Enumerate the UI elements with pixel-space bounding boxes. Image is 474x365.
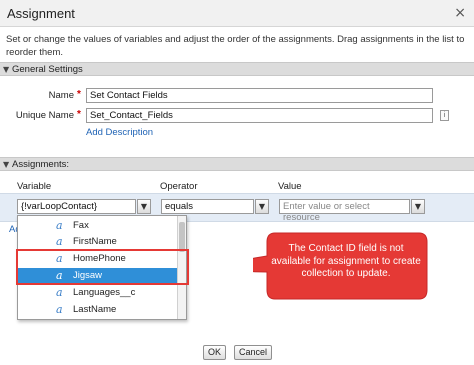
dialog-description: Set or change the values of variables an…: [6, 34, 465, 58]
add-description-link[interactable]: Add Description: [86, 127, 153, 138]
required-marker: *: [77, 109, 81, 120]
variable-combobox[interactable]: {!varLoopContact}: [17, 199, 136, 214]
unique-name-label: Unique Name: [15, 110, 74, 121]
general-settings-header[interactable]: ▼ General Settings: [0, 62, 474, 76]
highlight-box: [16, 249, 189, 285]
dropdown-item[interactable]: a Fax: [18, 218, 178, 234]
required-marker: *: [77, 89, 81, 100]
value-column-header: Value: [278, 181, 302, 192]
dropdown-item[interactable]: a Languages__c: [18, 285, 178, 301]
field-a-icon: a: [56, 286, 63, 299]
add-assignment-link[interactable]: Add: [9, 224, 17, 235]
dropdown-item[interactable]: a LastName: [18, 302, 178, 318]
unique-name-input[interactable]: Set_Contact_Fields: [86, 108, 433, 123]
operator-column-header: Operator: [160, 181, 198, 192]
value-input[interactable]: Enter value or select resource: [279, 199, 410, 223]
assignments-header[interactable]: ▼ Assignments:: [0, 157, 474, 171]
operator-dropdown-button[interactable]: ▼: [255, 199, 269, 214]
field-a-icon: a: [56, 235, 63, 248]
dialog-title: Assignment: [7, 6, 75, 21]
assignments-label: Assignments:: [12, 159, 70, 170]
scrollbar-thumb[interactable]: [179, 222, 185, 252]
field-a-icon: a: [56, 219, 63, 232]
variable-column-header: Variable: [17, 181, 52, 192]
operator-select[interactable]: equals: [161, 199, 254, 214]
name-input[interactable]: Set Contact Fields: [86, 88, 433, 103]
dropdown-item[interactable]: a FirstName: [18, 234, 178, 250]
cancel-button[interactable]: Cancel: [234, 345, 272, 360]
field-a-icon: a: [56, 303, 63, 316]
annotation-callout: The Contact ID field is not available fo…: [253, 230, 431, 305]
variable-dropdown-button[interactable]: ▼: [137, 199, 151, 214]
general-settings-label: General Settings: [12, 64, 83, 75]
ok-button[interactable]: OK: [203, 345, 226, 360]
close-icon[interactable]: ×: [454, 5, 466, 21]
collapse-triangle-icon: ▼: [3, 160, 10, 169]
value-dropdown-button[interactable]: ▼: [411, 199, 425, 214]
dialog-titlebar: Assignment ×: [0, 0, 474, 27]
collapse-triangle-icon: ▼: [3, 65, 10, 74]
name-label: Name: [48, 90, 74, 101]
callout-text: The Contact ID field is not available fo…: [271, 243, 421, 279]
info-icon[interactable]: i: [440, 110, 449, 121]
